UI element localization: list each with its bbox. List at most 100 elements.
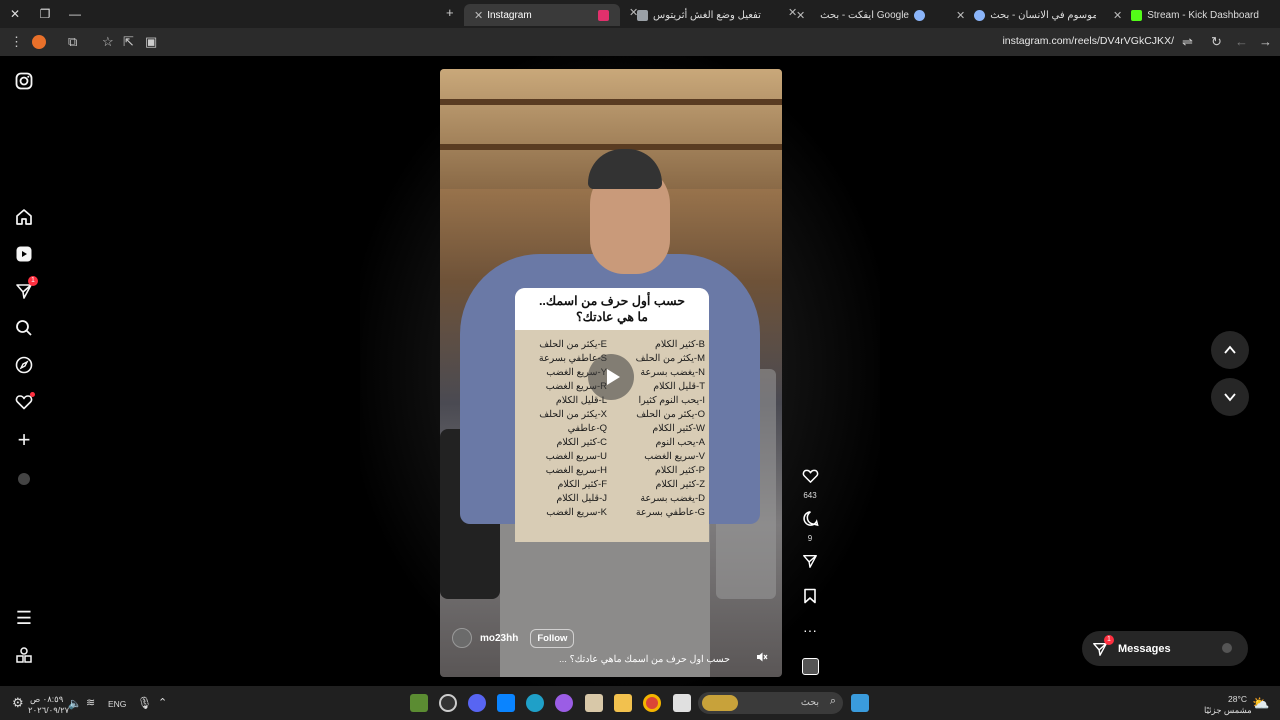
microphone-icon[interactable]: 🎙 bbox=[137, 696, 152, 710]
tab-effect-search[interactable]: ✕ ايفكت - بحث Google bbox=[786, 4, 936, 26]
new-tab-icon[interactable]: + bbox=[446, 5, 454, 20]
copilot-icon[interactable] bbox=[555, 694, 573, 712]
list-item: E-يكثر من الحلف bbox=[539, 339, 607, 350]
file-explorer-icon[interactable] bbox=[614, 694, 632, 712]
restore-window-icon[interactable]: ❐ bbox=[30, 0, 60, 28]
list-item: K-سريع الغضب bbox=[546, 507, 607, 518]
bookmark-star-icon[interactable]: ☆ bbox=[102, 34, 114, 50]
volume-icon[interactable]: 🔈 bbox=[68, 697, 82, 710]
tab-label: Instagram bbox=[487, 9, 532, 21]
save-bookmark-icon[interactable] bbox=[796, 588, 824, 609]
share-icon[interactable] bbox=[796, 553, 824, 574]
minimize-window-icon[interactable]: — bbox=[60, 0, 90, 28]
menu-dots-icon[interactable]: ⋮ bbox=[10, 34, 23, 50]
site-settings-icon[interactable]: ⇌ bbox=[1182, 34, 1193, 50]
tab-cheat-mode[interactable]: تفعيل وضع الغش أثريتوس bbox=[626, 4, 776, 26]
kick-favicon-icon bbox=[1131, 9, 1143, 21]
weather-desc[interactable]: مشمس جزئيًا bbox=[1204, 705, 1252, 716]
app-icon[interactable] bbox=[439, 694, 457, 712]
list-item: U-سريع الغضب bbox=[545, 451, 607, 462]
screenshot-icon[interactable]: ▣ bbox=[145, 34, 157, 50]
previous-reel-button[interactable] bbox=[1211, 331, 1249, 369]
explore-icon[interactable] bbox=[14, 356, 34, 376]
weather-temp[interactable]: 28°C bbox=[1228, 694, 1247, 704]
video-beam bbox=[440, 144, 782, 150]
app-icon[interactable] bbox=[585, 694, 603, 712]
comment-count: 9 bbox=[807, 534, 813, 543]
reels-icon[interactable] bbox=[14, 245, 34, 265]
mute-icon[interactable] bbox=[756, 651, 768, 666]
tab-instagram[interactable]: ✕ Instagram bbox=[464, 4, 620, 26]
tab-label: Stream - Kick Dashboard bbox=[1147, 9, 1259, 21]
list-item: F-كثير الكلام bbox=[557, 479, 607, 490]
author-avatar[interactable] bbox=[452, 628, 472, 648]
reload-icon[interactable]: ↻ bbox=[1211, 34, 1222, 50]
create-plus-icon[interactable]: + bbox=[14, 429, 34, 451]
comment-button[interactable]: 9 bbox=[796, 510, 824, 543]
close-tab-icon[interactable]: ✕ bbox=[474, 9, 483, 22]
list-item: D-يغضب بسرعة bbox=[640, 493, 705, 504]
instagram-favicon-icon bbox=[598, 9, 609, 21]
list-item: L-قليل الكلام bbox=[555, 395, 607, 406]
forward-icon[interactable]: ← bbox=[1235, 34, 1248, 50]
tab-kick-dashboard[interactable]: ✕ Stream - Kick Dashboard bbox=[1103, 4, 1263, 26]
wifi-icon[interactable]: ≋ bbox=[86, 696, 95, 709]
weather-icon[interactable]: ⛅ bbox=[1252, 695, 1269, 712]
tab-chromosome-search[interactable]: ✕ كم كروموسوم في الانسان - بحث bbox=[946, 4, 1096, 26]
settings-gear-icon[interactable]: ⚙ bbox=[12, 695, 24, 711]
tab-label: كم كروموسوم في الانسان - بحث bbox=[990, 9, 1096, 21]
audio-thumbnail[interactable] bbox=[796, 658, 824, 680]
messages-button[interactable]: 1 Messages bbox=[1082, 631, 1248, 666]
search-icon[interactable] bbox=[14, 319, 34, 339]
home-icon[interactable] bbox=[14, 208, 34, 228]
direct-messages-icon[interactable]: 1 bbox=[14, 276, 38, 302]
windows-start-icon[interactable] bbox=[851, 694, 869, 712]
like-button[interactable]: 643 bbox=[796, 468, 824, 500]
back-icon[interactable]: → bbox=[1259, 34, 1272, 50]
instagram-logo-icon[interactable] bbox=[14, 72, 34, 92]
discord-app-icon[interactable] bbox=[468, 694, 486, 712]
more-options-icon[interactable]: ··· bbox=[796, 622, 824, 638]
close-window-icon[interactable]: ✕ bbox=[0, 0, 30, 28]
taskbar-search-box[interactable]: بحث ⌕ bbox=[698, 692, 843, 714]
close-tab-icon[interactable]: ✕ bbox=[629, 6, 638, 19]
microsoft-store-icon[interactable] bbox=[497, 694, 515, 712]
close-tab-icon[interactable]: ✕ bbox=[788, 6, 797, 19]
address-bar[interactable]: instagram.com/reels/DV4rVGkCJKX/ bbox=[1002, 35, 1174, 47]
follow-button[interactable]: Follow bbox=[530, 628, 575, 648]
browser-tab-strip: ✕ ❐ — ✕ Stream - Kick Dashboard ✕ كم كرو… bbox=[0, 0, 1280, 28]
notifications-heart-icon[interactable] bbox=[14, 392, 35, 413]
list-item: V-سريع الغضب bbox=[644, 451, 705, 462]
list-item: B-كثير الكلام bbox=[655, 339, 705, 350]
show-hidden-icons-icon[interactable]: ⌃ bbox=[158, 696, 167, 709]
messages-badge: 1 bbox=[1104, 634, 1114, 645]
edge-browser-icon[interactable] bbox=[526, 694, 544, 712]
app-icon[interactable] bbox=[673, 694, 691, 712]
list-item: P-كثير الكلام bbox=[655, 465, 705, 476]
share-icon[interactable]: ⇱ bbox=[123, 34, 134, 50]
profile-avatar[interactable] bbox=[14, 470, 34, 490]
close-tab-icon[interactable]: ✕ bbox=[1113, 9, 1122, 22]
profile-avatar-icon[interactable] bbox=[32, 35, 46, 49]
author-username[interactable]: mo23hh bbox=[480, 633, 518, 644]
close-tab-icon[interactable]: ✕ bbox=[796, 9, 805, 22]
clock-date[interactable]: ٢٠٢٦/٠٩/٢٧ bbox=[28, 705, 69, 716]
messages-label: Messages bbox=[1118, 642, 1171, 655]
clock-time[interactable]: ٠٨:٥٩ ص bbox=[30, 694, 63, 705]
play-button[interactable] bbox=[588, 354, 634, 400]
left-nav: 1 + ☰ bbox=[0, 56, 48, 686]
reel-caption[interactable]: حسب اول حرف من اسمك ماهي عادتك؟ ... bbox=[559, 654, 730, 665]
extensions-icon[interactable]: ⧉ bbox=[68, 34, 77, 50]
close-tab-icon[interactable]: ✕ bbox=[956, 9, 965, 22]
language-indicator[interactable]: ENG bbox=[108, 699, 126, 709]
text-overlay-card: حسب أول حرف من اسمك.. ما هي عادتك؟ B-كثي… bbox=[515, 288, 709, 542]
notification-dot bbox=[30, 392, 35, 397]
reel-video[interactable]: حسب أول حرف من اسمك.. ما هي عادتك؟ B-كثي… bbox=[440, 69, 782, 677]
more-menu-icon[interactable]: ☰ bbox=[14, 608, 34, 628]
list-item: W-كثير الكلام bbox=[652, 423, 705, 434]
minecraft-app-icon[interactable] bbox=[410, 694, 428, 712]
also-from-meta-icon[interactable] bbox=[14, 646, 34, 666]
next-reel-button[interactable] bbox=[1211, 378, 1249, 416]
search-placeholder: بحث bbox=[800, 697, 819, 708]
chrome-browser-icon[interactable] bbox=[643, 694, 661, 712]
